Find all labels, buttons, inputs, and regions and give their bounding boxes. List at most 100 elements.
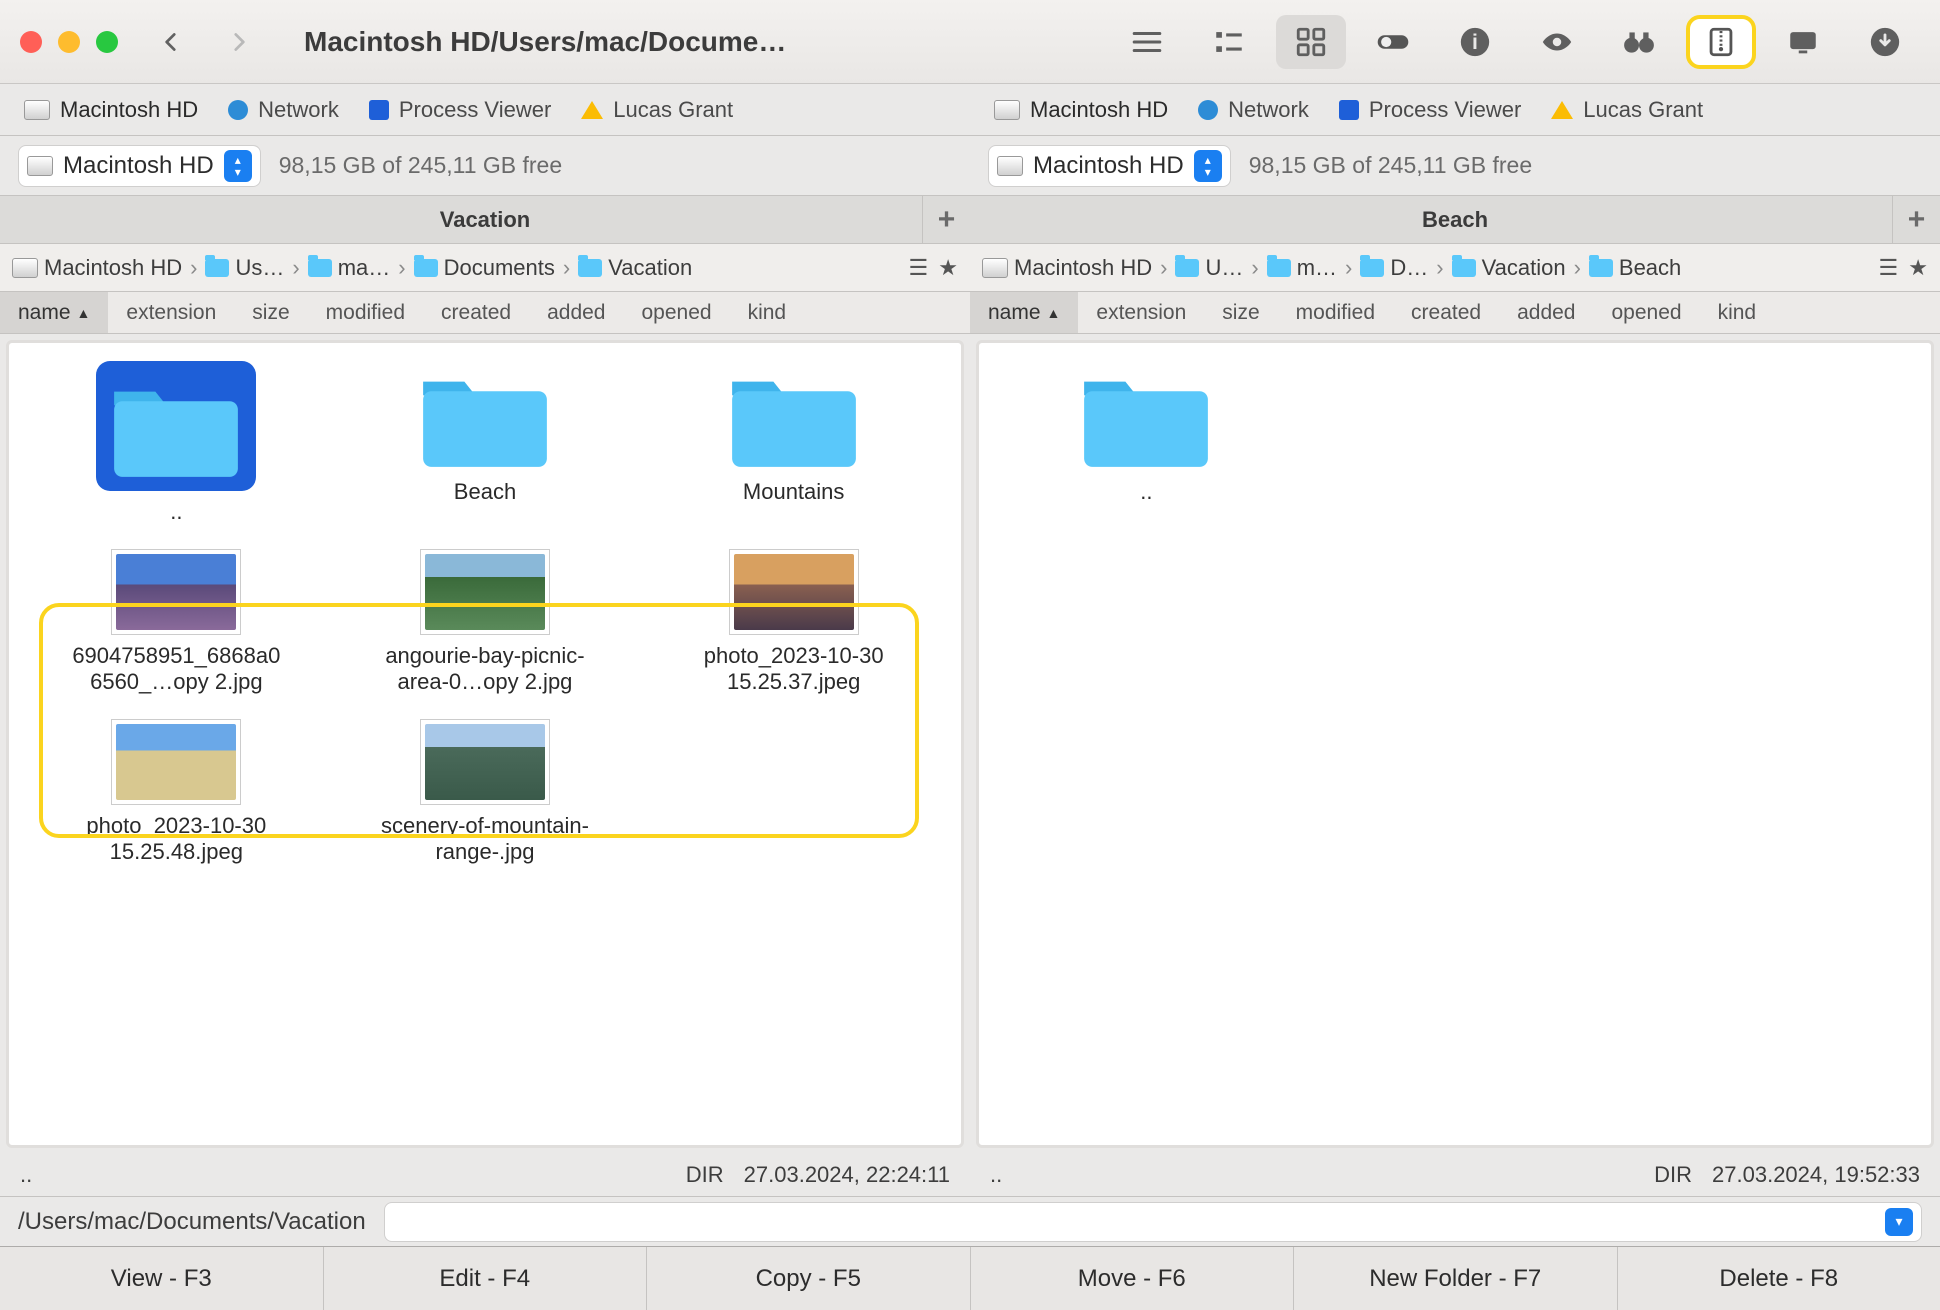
forward-button[interactable] <box>214 17 264 67</box>
item-label: Mountains <box>743 479 845 505</box>
crumb-item[interactable]: Documents <box>414 255 555 281</box>
view-columns-button[interactable] <box>1194 15 1264 69</box>
new-tab-button[interactable]: + <box>922 196 970 244</box>
col-kind[interactable]: kind <box>730 301 805 325</box>
binoculars-icon[interactable] <box>1604 15 1674 69</box>
item-label: .. <box>1140 479 1152 505</box>
col-extension[interactable]: extension <box>1078 301 1204 325</box>
new-tab-button[interactable]: + <box>1892 196 1940 244</box>
right-pane[interactable]: .. <box>976 340 1934 1148</box>
image-item[interactable]: angourie-bay-picnic-area-0…opy 2.jpg <box>336 549 635 695</box>
left-drive-selector[interactable]: Macintosh HD ▴▾ <box>18 145 261 187</box>
close-button[interactable] <box>20 31 42 53</box>
view-button[interactable]: View - F3 <box>0 1247 324 1310</box>
view-list-button[interactable] <box>1112 15 1182 69</box>
edit-button[interactable]: Edit - F4 <box>324 1247 648 1310</box>
star-icon[interactable]: ★ <box>1908 255 1928 281</box>
left-columns: name▲ extension size modified created ad… <box>0 292 970 334</box>
dropdown-icon[interactable]: ▾ <box>1885 1208 1913 1236</box>
crumb-item[interactable]: Beach <box>1589 255 1681 281</box>
star-icon[interactable]: ★ <box>938 255 958 281</box>
crumb-item[interactable]: Us… <box>205 255 284 281</box>
tab-network[interactable]: Network <box>228 97 339 123</box>
folder-icon <box>415 361 555 471</box>
compress-icon[interactable] <box>1686 15 1756 69</box>
left-status: .. DIR 27.03.2024, 22:24:11 <box>0 1154 970 1196</box>
toggle-switch-icon[interactable] <box>1358 15 1428 69</box>
back-button[interactable] <box>146 17 196 67</box>
col-extension[interactable]: extension <box>108 301 234 325</box>
item-label: scenery-of-mountain-range-.jpg <box>380 813 590 865</box>
view-icons-button[interactable] <box>1276 15 1346 69</box>
list-toggle-icon[interactable]: ☰ <box>909 255 929 281</box>
crumb-item[interactable]: U… <box>1175 255 1243 281</box>
col-modified[interactable]: modified <box>1278 301 1393 325</box>
window-title: Macintosh HD/Users/mac/Docume… <box>304 26 786 58</box>
folder-parent[interactable]: .. <box>997 361 1296 505</box>
hd-icon <box>994 100 1020 120</box>
right-breadcrumb: Macintosh HD› U…› m…› D…› Vacation› Beac… <box>970 244 1940 292</box>
left-pane[interactable]: .. Beach Mountains 6904758951_6868a06560… <box>6 340 964 1148</box>
col-name[interactable]: name▲ <box>970 292 1078 333</box>
col-name[interactable]: name▲ <box>0 292 108 333</box>
col-kind[interactable]: kind <box>1700 301 1775 325</box>
tab-process-viewer[interactable]: Process Viewer <box>1339 97 1521 123</box>
image-thumbnail <box>420 719 550 805</box>
remote-icon[interactable] <box>1768 15 1838 69</box>
col-created[interactable]: created <box>1393 301 1499 325</box>
col-added[interactable]: added <box>1499 301 1593 325</box>
col-size[interactable]: size <box>234 301 307 325</box>
folder-mountains[interactable]: Mountains <box>644 361 943 525</box>
globe-icon <box>228 100 248 120</box>
image-thumbnail <box>729 549 859 635</box>
left-tab-title[interactable]: Vacation + <box>0 196 970 244</box>
download-icon[interactable] <box>1850 15 1920 69</box>
tab-lucas-grant[interactable]: Lucas Grant <box>1551 97 1703 123</box>
minimize-button[interactable] <box>58 31 80 53</box>
maximize-button[interactable] <box>96 31 118 53</box>
crumb-item[interactable]: m… <box>1267 255 1337 281</box>
drive-icon <box>1339 100 1359 120</box>
drive-name: Macintosh HD <box>1033 152 1184 180</box>
tab-macintosh-hd[interactable]: Macintosh HD <box>24 97 198 123</box>
copy-button[interactable]: Copy - F5 <box>647 1247 971 1310</box>
quicklook-icon[interactable] <box>1522 15 1592 69</box>
image-thumbnail <box>420 549 550 635</box>
list-toggle-icon[interactable]: ☰ <box>1879 255 1899 281</box>
image-item[interactable]: 6904758951_6868a06560_…opy 2.jpg <box>27 549 326 695</box>
right-status: .. DIR 27.03.2024, 19:52:33 <box>970 1154 1940 1196</box>
tab-macintosh-hd[interactable]: Macintosh HD <box>994 97 1168 123</box>
gdrive-icon <box>581 101 603 119</box>
col-opened[interactable]: opened <box>624 301 730 325</box>
image-item[interactable]: photo_2023-10-30 15.25.48.jpeg <box>27 719 326 865</box>
tab-process-viewer[interactable]: Process Viewer <box>369 97 551 123</box>
titlebar: Macintosh HD/Users/mac/Docume… i <box>0 0 1940 84</box>
right-drive-selector[interactable]: Macintosh HD ▴▾ <box>988 145 1231 187</box>
image-item[interactable]: photo_2023-10-30 15.25.37.jpeg <box>644 549 943 695</box>
move-button[interactable]: Move - F6 <box>971 1247 1295 1310</box>
crumb-item[interactable]: ma… <box>308 255 391 281</box>
col-created[interactable]: created <box>423 301 529 325</box>
folder-parent[interactable]: .. <box>27 361 326 525</box>
new-folder-button[interactable]: New Folder - F7 <box>1294 1247 1618 1310</box>
delete-button[interactable]: Delete - F8 <box>1618 1247 1940 1310</box>
folder-icon <box>96 361 256 491</box>
tab-network[interactable]: Network <box>1198 97 1309 123</box>
crumb-item[interactable]: Vacation <box>1452 255 1566 281</box>
crumb-item[interactable]: Macintosh HD <box>982 255 1152 281</box>
info-icon[interactable]: i <box>1440 15 1510 69</box>
gdrive-icon <box>1551 101 1573 119</box>
col-size[interactable]: size <box>1204 301 1277 325</box>
command-input[interactable]: ▾ <box>384 1202 1922 1242</box>
item-label: angourie-bay-picnic-area-0…opy 2.jpg <box>380 643 590 695</box>
crumb-item[interactable]: Vacation <box>578 255 692 281</box>
crumb-item[interactable]: Macintosh HD <box>12 255 182 281</box>
folder-beach[interactable]: Beach <box>336 361 635 525</box>
right-tab-title[interactable]: Beach + <box>970 196 1940 244</box>
crumb-item[interactable]: D… <box>1360 255 1428 281</box>
col-modified[interactable]: modified <box>308 301 423 325</box>
col-added[interactable]: added <box>529 301 623 325</box>
image-item[interactable]: scenery-of-mountain-range-.jpg <box>336 719 635 865</box>
tab-lucas-grant[interactable]: Lucas Grant <box>581 97 733 123</box>
col-opened[interactable]: opened <box>1594 301 1700 325</box>
